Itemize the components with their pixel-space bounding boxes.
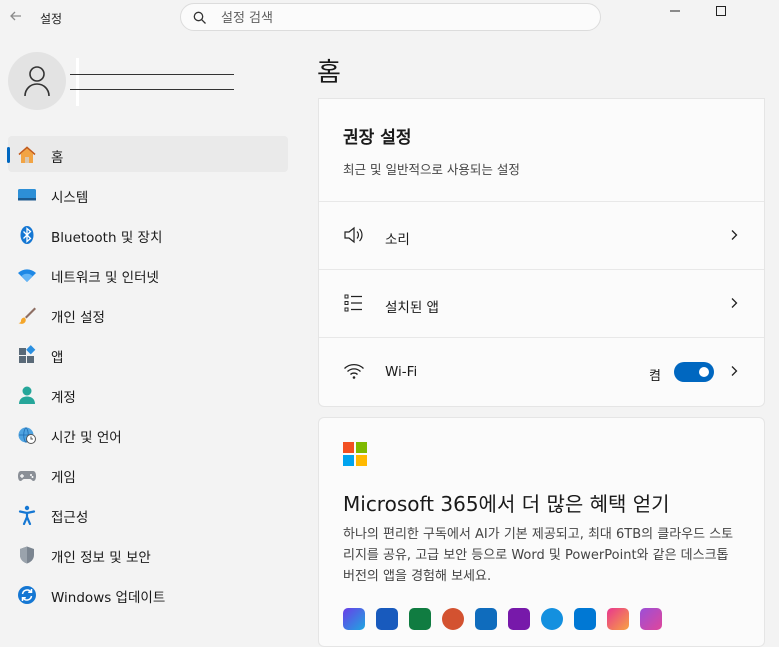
- user-profile[interactable]: [8, 52, 298, 112]
- outlook-app-icon: [475, 608, 497, 630]
- sidebar-item-personalization[interactable]: 개인 설정: [8, 296, 288, 332]
- search-icon: [193, 11, 206, 24]
- account-icon: [17, 385, 37, 405]
- sidebar-item-accessibility[interactable]: 접근성: [8, 496, 288, 532]
- sidebar-item-label: 접근성: [51, 510, 89, 526]
- sidebar-item-time-language[interactable]: 시간 및 언어: [8, 416, 288, 452]
- shield-icon: [17, 545, 37, 565]
- page-title: 홈: [317, 58, 341, 88]
- redacted-email: [70, 89, 234, 90]
- wifi-toggle-state: 켬: [649, 369, 661, 384]
- sidebar-item-system[interactable]: 시스템: [8, 176, 288, 212]
- powerpoint-app-icon: [442, 608, 464, 630]
- sidebar-item-label: 개인 설정: [51, 310, 105, 326]
- sidebar-item-gaming[interactable]: 게임: [8, 456, 288, 492]
- sidebar-item-privacy-security[interactable]: 개인 정보 및 보안: [8, 536, 288, 572]
- designer-app-icon: [607, 608, 629, 630]
- clipchamp-app-icon: [640, 608, 662, 630]
- setting-row-sound[interactable]: 소리: [319, 201, 764, 269]
- gamepad-icon: [17, 465, 37, 485]
- setting-row-wifi[interactable]: Wi-Fi 켬: [319, 337, 764, 405]
- microsoft-365-promo-card: Microsoft 365에서 더 많은 혜택 얻기 하나의 편리한 구독에서 …: [318, 417, 765, 647]
- network-icon: [17, 265, 37, 285]
- bluetooth-icon: [17, 225, 37, 245]
- chevron-right-icon: [731, 230, 738, 240]
- avatar[interactable]: [8, 52, 66, 110]
- onenote-app-icon: [508, 608, 530, 630]
- system-icon: [17, 185, 37, 205]
- maximize-icon: [716, 6, 726, 16]
- chevron-right-icon: [731, 366, 738, 376]
- onedrive-app-icon: [541, 608, 563, 630]
- word-app-icon: [376, 608, 398, 630]
- redacted-name: [70, 74, 234, 75]
- excel-app-icon: [409, 608, 431, 630]
- sidebar-item-apps[interactable]: 앱: [8, 336, 288, 372]
- sidebar-item-windows-update[interactable]: Windows 업데이트: [8, 576, 288, 612]
- sidebar-item-label: 앱: [51, 350, 64, 366]
- sidebar-item-network[interactable]: 네트워크 및 인터넷: [8, 256, 288, 292]
- copilot-app-icon: [343, 608, 365, 630]
- back-arrow-icon[interactable]: [8, 8, 24, 24]
- sidebar-item-accounts[interactable]: 계정: [8, 376, 288, 412]
- redaction-bar: [76, 58, 79, 106]
- minimize-icon: [670, 10, 680, 12]
- speaker-icon: [343, 225, 365, 245]
- promo-description: 하나의 편리한 구독에서 AI가 기본 제공되고, 최대 6TB의 클라우드 스…: [343, 527, 734, 584]
- chevron-right-icon: [731, 298, 738, 308]
- sidebar-item-label: 홈: [51, 150, 64, 166]
- apps-icon: [17, 345, 37, 365]
- sidebar-item-label: Windows 업데이트: [51, 590, 166, 606]
- sidebar-item-label: 시스템: [51, 190, 89, 206]
- setting-row-label: 소리: [385, 232, 410, 248]
- sidebar-item-bluetooth[interactable]: Bluetooth 및 장치: [8, 216, 288, 252]
- wifi-toggle[interactable]: [674, 362, 714, 382]
- setting-row-label: 설치된 앱: [385, 300, 439, 316]
- app-title: 설정: [40, 12, 63, 26]
- card-title: 권장 설정: [343, 128, 412, 148]
- sidebar-item-label: 개인 정보 및 보안: [51, 550, 151, 566]
- defender-app-icon: [574, 608, 596, 630]
- sidebar-item-home[interactable]: 홈: [7, 136, 288, 172]
- wifi-icon: [343, 361, 365, 381]
- globe-clock-icon: [17, 425, 37, 445]
- sidebar-item-label: 게임: [51, 470, 76, 486]
- title-bar: 설정: [0, 0, 779, 36]
- update-icon: [17, 585, 37, 605]
- setting-row-label: Wi-Fi: [385, 364, 418, 380]
- card-subtitle: 최근 및 일반적으로 사용되는 설정: [343, 162, 520, 177]
- recommended-settings-card: 권장 설정 최근 및 일반적으로 사용되는 설정 소리 설치된 앱 Wi-Fi …: [318, 98, 765, 407]
- search-box[interactable]: [180, 3, 601, 31]
- sidebar-item-label: 시간 및 언어: [51, 430, 122, 446]
- list-icon: [343, 293, 365, 313]
- brush-icon: [17, 305, 37, 325]
- person-icon: [24, 66, 50, 97]
- sidebar-nav: 홈 시스템 Bluetooth 및 장치 네트워크 및 인터넷 개인 설정 앱: [7, 136, 288, 616]
- minimize-button[interactable]: [652, 0, 698, 22]
- microsoft-logo-icon: [343, 442, 367, 466]
- sidebar-item-label: 계정: [51, 390, 76, 406]
- search-input[interactable]: [219, 7, 583, 29]
- setting-row-installed-apps[interactable]: 설치된 앱: [319, 269, 764, 337]
- home-icon: [17, 145, 37, 165]
- sidebar-item-label: 네트워크 및 인터넷: [51, 270, 159, 286]
- promo-title: Microsoft 365에서 더 많은 혜택 얻기: [343, 492, 670, 516]
- accessibility-icon: [17, 505, 37, 526]
- sidebar-item-label: Bluetooth 및 장치: [51, 230, 163, 246]
- maximize-button[interactable]: [698, 0, 744, 22]
